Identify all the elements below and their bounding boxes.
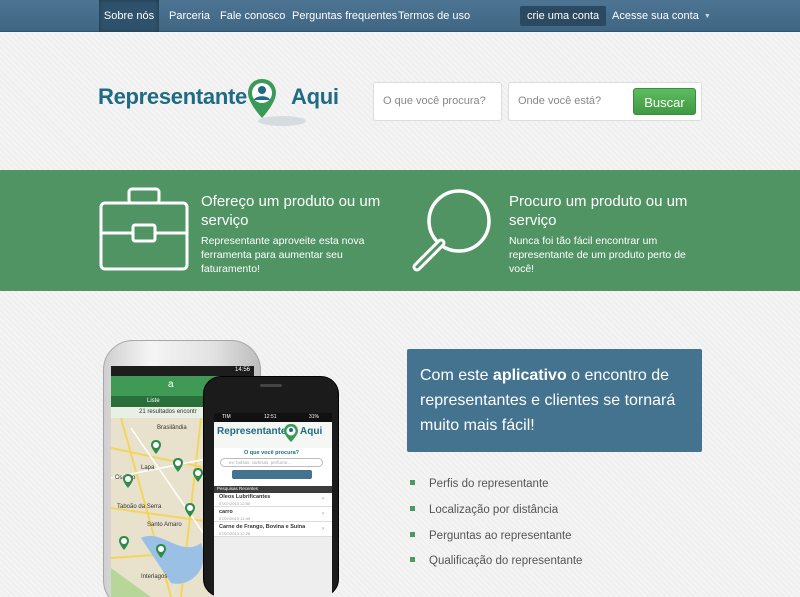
chevron-right-icon: › xyxy=(322,526,324,532)
iphone-question: O que você procura? xyxy=(244,450,300,456)
map-place-santo-amaro: Santo Amaro xyxy=(147,522,182,528)
map-place-taboao: Taboão da Serra xyxy=(117,504,162,510)
login-dropdown[interactable]: Acesse sua conta ▼ xyxy=(612,0,711,32)
map-pin-icon[interactable] xyxy=(151,440,161,459)
iphone-search-placeholder: ex: bolsas, camisas, perfume... xyxy=(229,460,292,465)
map-place-interlagos: Interlagos xyxy=(141,574,168,580)
signup-button[interactable]: crie uma conta xyxy=(520,6,607,26)
list-item: Localização por distância xyxy=(410,504,558,516)
list-item[interactable]: Oleos Lubrificantes 07/07/2013 12:50 › xyxy=(214,493,332,507)
recent-item-date: 07/07/2013 12:28 xyxy=(219,531,251,536)
iphone-screen: TIM 12:51 31% Representante Aqui O que v… xyxy=(214,413,332,597)
nav-sobre-nos[interactable]: Sobre nós xyxy=(99,0,159,32)
magnifier-icon[interactable] xyxy=(409,187,495,273)
android-status-bar: 14:56 xyxy=(111,366,254,376)
map-pin-icon[interactable] xyxy=(123,474,133,493)
offer-title[interactable]: Ofereço um produto ou um serviço xyxy=(201,192,401,230)
nav-termos-de-uso[interactable]: Termos de uso xyxy=(398,0,470,32)
map-pin-icon[interactable] xyxy=(185,503,195,522)
android-tab-list[interactable]: Liste xyxy=(147,398,160,404)
list-item: Qualificação do representante xyxy=(410,555,582,567)
seek-title[interactable]: Procuro um produto ou um serviço xyxy=(509,192,709,230)
iphone-logo-part1: Representante xyxy=(217,426,287,437)
feature-label: Localização por distância xyxy=(429,504,559,516)
iphone-logo-part2: Aqui xyxy=(300,426,323,437)
iphone-recent-header: Pesquisas Recentes xyxy=(214,486,332,493)
nav-fale-conosco[interactable]: Fale conosco xyxy=(220,0,285,32)
offer-text: Representante aproveite esta nova ferram… xyxy=(201,235,365,275)
iphone-recent-title: Pesquisas Recentes xyxy=(217,486,259,491)
recent-item-title: Carne de Frango, Bovina e Suína xyxy=(219,524,306,530)
seek-text: Nunca foi tão fácil encontrar um represe… xyxy=(509,235,686,275)
logo-text-aqui: Aqui xyxy=(291,84,339,109)
promo-text-start: Com este xyxy=(420,367,493,384)
login-label: Acesse sua conta xyxy=(612,10,699,22)
recent-item-title: Oleos Lubrificantes xyxy=(219,494,271,500)
search-what-input[interactable]: O que você procura? xyxy=(373,82,502,121)
top-navigation: Sobre nós Parceria Fale conosco Pergunta… xyxy=(0,0,800,32)
bullet-icon xyxy=(410,506,415,511)
iphone-status-bar: TIM 12:51 31% xyxy=(214,413,332,422)
list-item[interactable]: Carne de Frango, Bovina e Suína 07/07/20… xyxy=(214,523,332,537)
chevron-right-icon: › xyxy=(322,511,324,517)
list-item: Perguntas ao representante xyxy=(410,530,572,542)
iphone-search-button-label: Buscar Representante xyxy=(247,479,297,485)
bullet-icon xyxy=(410,532,415,537)
recent-item-date: 07/07/2013 12:49 xyxy=(219,516,251,521)
android-app-title: a xyxy=(168,379,174,390)
logo-text-representante: Representante xyxy=(98,84,247,109)
iphone-search-input[interactable]: ex: bolsas, camisas, perfume... xyxy=(220,458,323,467)
bullet-icon xyxy=(410,480,415,485)
iphone-time: 12:51 xyxy=(264,414,277,420)
iphone-search-button[interactable]: Buscar Representante xyxy=(232,470,312,485)
chevron-right-icon: › xyxy=(322,496,324,502)
android-results-count: 21 resultados encontr xyxy=(139,409,197,415)
iphone-logo-pin-icon xyxy=(284,424,298,447)
map-place-lapa: Lapa xyxy=(141,465,155,471)
map-pin-icon[interactable] xyxy=(173,458,183,477)
android-time: 14:56 xyxy=(234,367,250,373)
recent-item-date: 07/07/2013 12:50 xyxy=(219,501,251,506)
nav-perguntas-frequentes[interactable]: Perguntas frequentes xyxy=(292,0,397,32)
iphone-speaker xyxy=(260,384,282,387)
feature-label: Perfis do representante xyxy=(429,478,549,490)
nav-parceria[interactable]: Parceria xyxy=(169,0,210,32)
list-item: Perfis do representante xyxy=(410,478,549,490)
recent-item-title: carro xyxy=(219,509,233,515)
list-item[interactable]: carro 07/07/2013 12:49 › xyxy=(214,508,332,522)
map-place-brasilandia: Brasilândia xyxy=(157,425,187,431)
promo-text-bold: aplicativo xyxy=(492,367,567,384)
iphone-carrier: TIM xyxy=(222,414,231,420)
iphone-app-header: Representante Aqui xyxy=(214,422,332,448)
feature-label: Perguntas ao representante xyxy=(429,530,572,542)
map-pin-icon[interactable] xyxy=(156,544,166,563)
map-pin-icon[interactable] xyxy=(193,468,203,487)
feature-band: Ofereço um produto ou um serviço Represe… xyxy=(0,170,800,291)
feature-label: Qualificação do representante xyxy=(429,555,583,567)
chevron-down-icon: ▼ xyxy=(703,13,711,20)
search-button[interactable]: Buscar xyxy=(633,88,696,115)
iphone-battery: 31% xyxy=(309,414,320,420)
briefcase-icon[interactable] xyxy=(99,187,189,273)
bullet-icon xyxy=(410,557,415,562)
map-pin-icon[interactable] xyxy=(119,536,129,555)
promo-box: Com este aplicativo o encontro de repres… xyxy=(407,349,702,452)
iphone-empty-area xyxy=(214,537,332,597)
